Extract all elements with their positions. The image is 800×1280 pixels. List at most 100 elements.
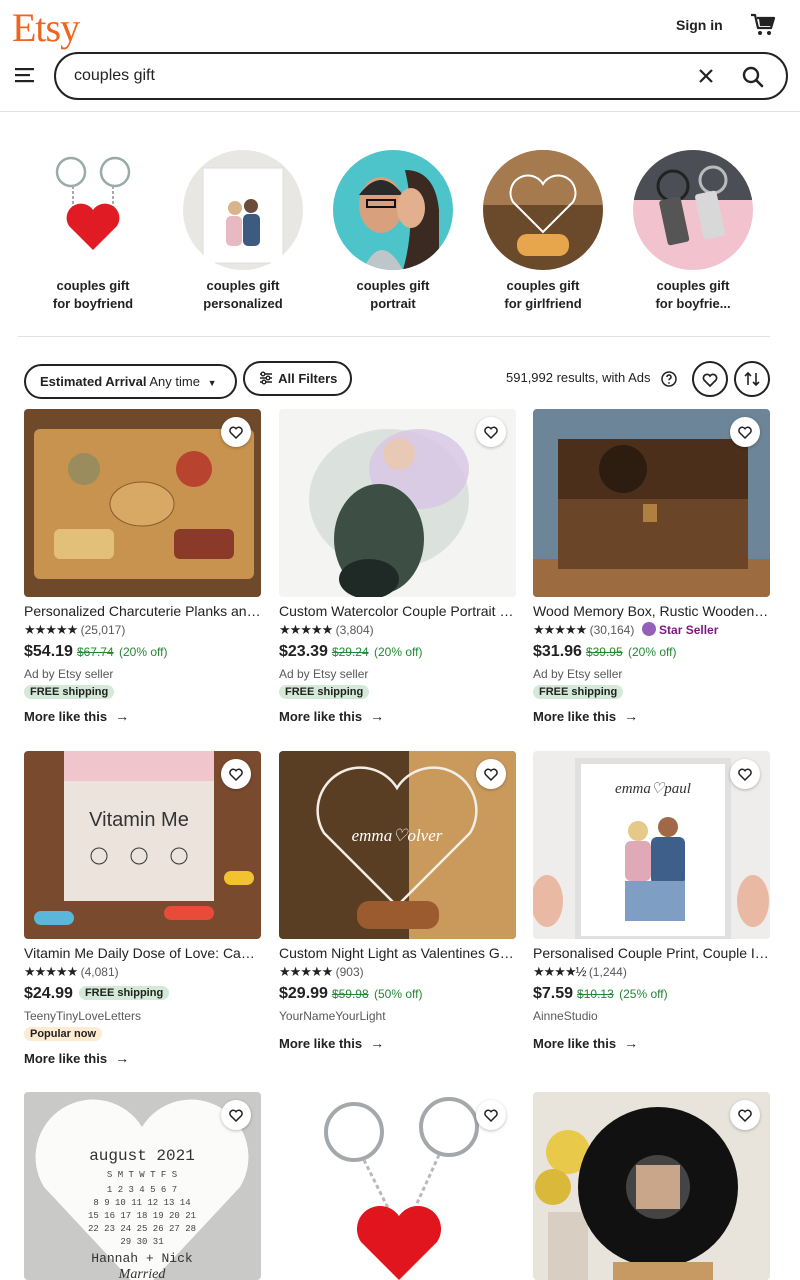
more-like-this-label: More like this bbox=[279, 709, 363, 724]
arrow-right-icon: → bbox=[115, 1050, 130, 1066]
menu-icon[interactable] bbox=[14, 64, 36, 86]
listing-price: $23.39 bbox=[279, 643, 328, 660]
price-row: $31.96 $39.95 (20% off) bbox=[533, 643, 770, 661]
favorite-button[interactable] bbox=[476, 759, 506, 789]
listing-image[interactable]: emma♡olver bbox=[279, 751, 516, 939]
star-rating: ★★★★★ bbox=[279, 622, 333, 637]
discount: (50% off) bbox=[373, 987, 423, 1001]
couple-print-thumbnail bbox=[183, 150, 303, 270]
more-like-this-link[interactable]: More like this → bbox=[533, 1035, 770, 1051]
related-label-line2: personalized bbox=[203, 296, 283, 311]
listing-card[interactable]: Personalized Charcuterie Planks and Chee… bbox=[24, 409, 261, 724]
favorite-button[interactable] bbox=[221, 417, 251, 447]
etsy-logo[interactable]: Etsy bbox=[12, 4, 80, 51]
listing-title[interactable]: Custom Watercolor Couple Portrait from P… bbox=[279, 603, 516, 619]
seller-name[interactable]: TeenyTinyLoveLetters bbox=[24, 1009, 261, 1023]
listing-title[interactable]: Personalized Charcuterie Planks and Chee… bbox=[24, 603, 261, 619]
heart-icon bbox=[702, 373, 718, 388]
related-search-item[interactable]: couples gift for boyfrie... bbox=[618, 150, 768, 313]
heart-icon bbox=[229, 768, 243, 782]
listing-image[interactable] bbox=[279, 409, 516, 597]
more-like-this-link[interactable]: More like this → bbox=[279, 708, 516, 724]
related-label-line2: for boyfriend bbox=[52, 296, 134, 311]
free-shipping-badge: FREE shipping bbox=[24, 685, 115, 699]
related-search-item[interactable]: couples gift for boyfriend bbox=[18, 150, 168, 313]
heart-icon bbox=[229, 426, 243, 440]
favorite-button[interactable] bbox=[730, 417, 760, 447]
clear-search-icon[interactable] bbox=[696, 66, 716, 86]
search-icon[interactable] bbox=[740, 64, 766, 90]
listing-card[interactable]: emma♡olver Custom Night Light as Valenti… bbox=[279, 751, 516, 1051]
listing-price: $7.59 bbox=[533, 985, 574, 1002]
sign-in-link[interactable]: Sign in bbox=[676, 17, 723, 33]
svg-text:S M T W T F S: S M T W T F S bbox=[107, 1170, 177, 1180]
favorite-button[interactable] bbox=[730, 1100, 760, 1130]
favorite-button[interactable] bbox=[476, 1100, 506, 1130]
related-label-line1: couples gift bbox=[56, 278, 130, 293]
listing-title[interactable]: Vitamin Me Daily Dose of Love: Capsules … bbox=[24, 945, 261, 961]
original-price: $39.95 bbox=[585, 645, 623, 659]
star-seller-badge: Star Seller bbox=[638, 622, 718, 637]
seller-name[interactable]: AinneStudio bbox=[533, 1009, 770, 1023]
arrival-label: Estimated Arrival bbox=[40, 374, 147, 389]
more-like-this-label: More like this bbox=[279, 1036, 363, 1051]
star-rating: ★★★★★ bbox=[24, 964, 78, 979]
favorite-button[interactable] bbox=[221, 1100, 251, 1130]
listing-image[interactable] bbox=[279, 1092, 516, 1280]
related-search-item[interactable]: couples gift for girlfriend bbox=[468, 150, 618, 313]
listing-card[interactable]: august 2021 S M T W T F S 1 2 3 4 5 6 7 … bbox=[24, 1092, 261, 1280]
sort-button[interactable] bbox=[734, 361, 770, 397]
listing-image[interactable]: Vitamin Me bbox=[24, 751, 261, 939]
cart-icon[interactable] bbox=[750, 12, 776, 38]
seller-name: Ad by Etsy seller bbox=[279, 667, 369, 681]
section-divider bbox=[18, 336, 770, 337]
search-input[interactable] bbox=[74, 65, 634, 87]
listing-image[interactable] bbox=[533, 409, 770, 597]
listing-title[interactable]: Wood Memory Box, Rustic Wooden Keepsake … bbox=[533, 603, 770, 619]
listing-card[interactable]: Vitamin Me Vitamin Me Daily Dose of Love… bbox=[24, 751, 261, 1066]
listing-title[interactable]: Custom Night Light as Valentines Gift fo… bbox=[279, 945, 516, 961]
original-price: $10.13 bbox=[577, 987, 614, 1001]
favorite-button[interactable] bbox=[476, 417, 506, 447]
discount: (25% off) bbox=[619, 987, 668, 1001]
all-filters-button[interactable]: All Filters bbox=[243, 361, 352, 396]
listing-image[interactable] bbox=[24, 409, 261, 597]
search-bar bbox=[54, 52, 788, 100]
related-search-item[interactable]: couples gift personalized bbox=[168, 150, 318, 313]
listing-image[interactable] bbox=[533, 1092, 770, 1280]
listing-card[interactable] bbox=[279, 1092, 516, 1280]
seller-name[interactable]: YourNameYourLight bbox=[279, 1009, 516, 1023]
more-like-this-link[interactable]: More like this → bbox=[279, 1035, 516, 1051]
listing-rating: ★★★★★ (3,804) bbox=[279, 622, 516, 638]
price-row: $23.39 $29.24 (20% off) bbox=[279, 643, 516, 661]
more-like-this-link[interactable]: More like this → bbox=[24, 1050, 261, 1066]
related-label-line2: for boyfrie... bbox=[655, 296, 731, 311]
help-icon[interactable] bbox=[661, 371, 677, 387]
listing-card[interactable]: Wood Memory Box, Rustic Wooden Keepsake … bbox=[533, 409, 770, 724]
star-rating: ★★★★★ bbox=[24, 622, 78, 637]
related-search-item[interactable]: couples gift portrait bbox=[318, 150, 468, 313]
listing-card[interactable]: Custom Watercolor Couple Portrait from P… bbox=[279, 409, 516, 724]
favorite-button[interactable] bbox=[221, 759, 251, 789]
listing-title[interactable]: Personalised Couple Print, Couple Illust… bbox=[533, 945, 770, 961]
listing-card[interactable]: emma♡paul Personalised Couple Print, Cou… bbox=[533, 751, 770, 1051]
filter-sliders-icon bbox=[260, 371, 272, 385]
favorite-button[interactable] bbox=[730, 759, 760, 789]
listing-image[interactable]: emma♡paul bbox=[533, 751, 770, 939]
seller-name: Ad by Etsy seller bbox=[24, 667, 114, 681]
more-like-this-link[interactable]: More like this → bbox=[533, 708, 770, 724]
star-rating: ★★★★½ bbox=[533, 964, 586, 979]
discount: (20% off) bbox=[627, 645, 677, 659]
related-label-line2: portrait bbox=[370, 296, 416, 311]
more-like-this-link[interactable]: More like this → bbox=[24, 708, 261, 724]
related-label-line1: couples gift bbox=[206, 278, 280, 293]
estimated-arrival-filter[interactable]: Estimated Arrival Any time ▼ bbox=[24, 364, 237, 399]
original-price: $29.24 bbox=[331, 645, 369, 659]
more-like-this-label: More like this bbox=[24, 709, 108, 724]
portrait-thumbnail bbox=[333, 150, 453, 270]
listing-card[interactable] bbox=[533, 1092, 770, 1280]
related-searches: couples gift for boyfriend couples gift pe… bbox=[18, 150, 770, 313]
save-search-button[interactable] bbox=[692, 361, 728, 397]
review-count: (25,017) bbox=[80, 623, 126, 637]
listing-image[interactable]: august 2021 S M T W T F S 1 2 3 4 5 6 7 … bbox=[24, 1092, 261, 1280]
